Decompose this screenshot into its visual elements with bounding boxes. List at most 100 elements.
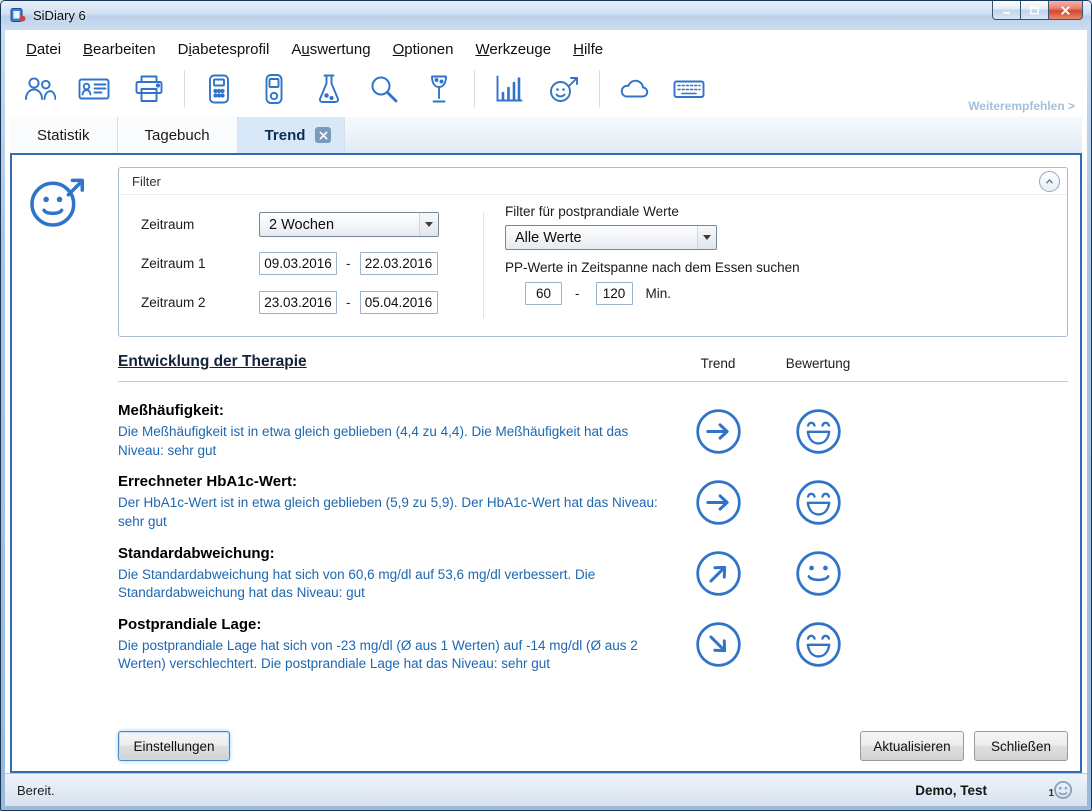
tab-statistik[interactable]: Statistik xyxy=(10,117,118,153)
pp-filter-select-value: Alle Werte xyxy=(506,230,697,246)
printer-icon[interactable] xyxy=(129,69,169,109)
filter-title: Filter xyxy=(132,174,161,189)
therapy-row-title: Meßhäufigkeit: xyxy=(118,402,673,419)
trend-arrow-down-right-icon xyxy=(694,620,743,669)
zeitraum1-to-input[interactable] xyxy=(360,252,438,275)
maximize-button[interactable] xyxy=(1020,1,1049,20)
current-user-label: Demo, Test xyxy=(915,783,987,798)
menu-auswertung[interactable]: Auswertung xyxy=(280,36,381,63)
menu-diabetesprofil[interactable]: Diabetesprofil xyxy=(167,36,281,63)
zeitraum2-label: Zeitraum 2 xyxy=(141,295,259,310)
keyboard-icon[interactable] xyxy=(669,69,709,109)
zeitraum1-label: Zeitraum 1 xyxy=(141,256,259,271)
weiterempfehlen-link[interactable]: Weiterempfehlen > xyxy=(968,99,1075,113)
trend-arrow-right-icon xyxy=(694,478,743,527)
therapy-section: Entwicklung der Therapie Trend Bewertung… xyxy=(118,353,1068,674)
menubar: Datei Bearbeiten Diabetesprofil Auswertu… xyxy=(5,30,1087,65)
status-text: Bereit. xyxy=(17,783,55,798)
therapy-row-text: Die Standardabweichung hat sich von 60,6… xyxy=(118,566,663,603)
rating-smiley-laugh-icon xyxy=(794,407,843,456)
therapy-row-text: Der HbA1c-Wert ist in etwa gleich geblie… xyxy=(118,494,663,531)
glass-icon[interactable] xyxy=(419,69,459,109)
toolbar: Weiterempfehlen > xyxy=(5,65,1087,117)
trend-arrow-right-icon xyxy=(694,407,743,456)
trend-page-icon xyxy=(26,169,90,233)
filter-left-column: Zeitraum 2 Wochen Zeitraum 1 - Zeitraum xyxy=(141,212,439,329)
pp-span-row: - Min. xyxy=(505,282,800,305)
close-button[interactable] xyxy=(1048,1,1083,20)
toolbar-separator xyxy=(599,70,600,108)
zeitraum-select-value: 2 Wochen xyxy=(260,217,419,233)
rating-smiley-laugh-icon xyxy=(794,478,843,527)
therapy-row-text: Die Meßhäufigkeit ist in etwa gleich geb… xyxy=(118,423,663,460)
contact-card-icon[interactable] xyxy=(74,69,114,109)
range-separator: - xyxy=(346,295,351,310)
menu-werkzeuge[interactable]: Werkzeuge xyxy=(464,36,562,63)
zeitraum2-from-input[interactable] xyxy=(259,291,337,314)
trend-smiley-icon[interactable] xyxy=(544,69,584,109)
trend-arrow-up-right-icon xyxy=(694,549,743,598)
therapy-row-text: Die postprandiale Lage hat sich von -23 … xyxy=(118,637,663,674)
zeitraum-row: Zeitraum 2 Wochen xyxy=(141,212,439,237)
tabbar: Statistik Tagebuch Trend xyxy=(10,117,1082,153)
pp-unit-label: Min. xyxy=(646,286,672,301)
chevron-down-icon[interactable] xyxy=(419,213,438,236)
filter-panel-header: Filter xyxy=(119,168,1067,195)
menu-optionen[interactable]: Optionen xyxy=(382,36,465,63)
range-separator: - xyxy=(346,256,351,271)
pp-from-input[interactable] xyxy=(525,282,562,305)
toolbar-separator xyxy=(474,70,475,108)
status-smiley-icon[interactable] xyxy=(1051,779,1074,802)
menu-bearbeiten[interactable]: Bearbeiten xyxy=(72,36,167,63)
therapy-title: Entwicklung der Therapie xyxy=(118,353,673,371)
flask-icon[interactable] xyxy=(309,69,349,109)
toolbar-separator xyxy=(184,70,185,108)
pp-filter-select[interactable]: Alle Werte xyxy=(505,225,717,250)
tab-tagebuch[interactable]: Tagebuch xyxy=(118,117,238,153)
menu-hilfe[interactable]: Hilfe xyxy=(562,36,614,63)
meter-icon[interactable] xyxy=(199,69,239,109)
collapse-panel-button[interactable] xyxy=(1039,171,1060,192)
zeitraum2-to-input[interactable] xyxy=(360,291,438,314)
cloud-icon[interactable] xyxy=(614,69,654,109)
zeitraum-select[interactable]: 2 Wochen xyxy=(259,212,439,237)
rating-smiley-laugh-icon xyxy=(794,620,843,669)
therapy-row-title: Standardabweichung: xyxy=(118,545,673,562)
filter-divider xyxy=(483,212,484,318)
app-body: Datei Bearbeiten Diabetesprofil Auswertu… xyxy=(5,30,1087,806)
tab-trend[interactable]: Trend xyxy=(238,117,346,153)
users-icon[interactable] xyxy=(19,69,59,109)
device-icon[interactable] xyxy=(254,69,294,109)
trend-column-header: Trend xyxy=(673,356,763,371)
tab-close-icon[interactable] xyxy=(315,127,331,143)
window-title: SiDiary 6 xyxy=(33,8,86,23)
therapy-row-standardabweichung: Standardabweichung: Die Standardabweichu… xyxy=(118,545,1068,603)
titlebar: SiDiary 6 xyxy=(1,1,1091,29)
zeitraum1-from-input[interactable] xyxy=(259,252,337,275)
einstellungen-button[interactable]: Einstellungen xyxy=(118,731,230,761)
bewertung-column-header: Bewertung xyxy=(763,356,873,371)
statusbar: Bereit. Demo, Test 1 xyxy=(5,773,1087,806)
therapy-row-postprandiale-lage: Postprandiale Lage: Die postprandiale La… xyxy=(118,616,1068,674)
chevron-down-icon[interactable] xyxy=(697,226,716,249)
search-icon[interactable] xyxy=(364,69,404,109)
chart-icon[interactable] xyxy=(489,69,529,109)
therapy-row-messhaeufigkeit: Meßhäufigkeit: Die Meßhäufigkeit ist in … xyxy=(118,402,1068,460)
menu-datei[interactable]: Datei xyxy=(15,36,72,63)
zeitraum2-row: Zeitraum 2 - xyxy=(141,290,439,315)
zeitraum1-row: Zeitraum 1 - xyxy=(141,251,439,276)
therapy-header-divider xyxy=(118,381,1068,382)
pp-to-input[interactable] xyxy=(596,282,633,305)
therapy-row-title: Postprandiale Lage: xyxy=(118,616,673,633)
therapy-header: Entwicklung der Therapie Trend Bewertung xyxy=(118,353,1068,371)
filter-panel: Filter Zeitraum 2 Wochen Zeitraum 1 xyxy=(118,167,1068,337)
minimize-button[interactable] xyxy=(992,1,1021,20)
therapy-row-hba1c: Errechneter HbA1c-Wert: Der HbA1c-Wert i… xyxy=(118,473,1068,531)
app-icon xyxy=(10,7,26,23)
schliessen-button[interactable]: Schließen xyxy=(974,731,1068,761)
trend-page: Filter Zeitraum 2 Wochen Zeitraum 1 xyxy=(10,153,1082,773)
filter-right-column: Filter für postprandiale Werte Alle Wert… xyxy=(505,204,800,305)
pp-filter-label: Filter für postprandiale Werte xyxy=(505,204,800,219)
therapy-row-title: Errechneter HbA1c-Wert: xyxy=(118,473,673,490)
aktualisieren-button[interactable]: Aktualisieren xyxy=(860,731,964,761)
